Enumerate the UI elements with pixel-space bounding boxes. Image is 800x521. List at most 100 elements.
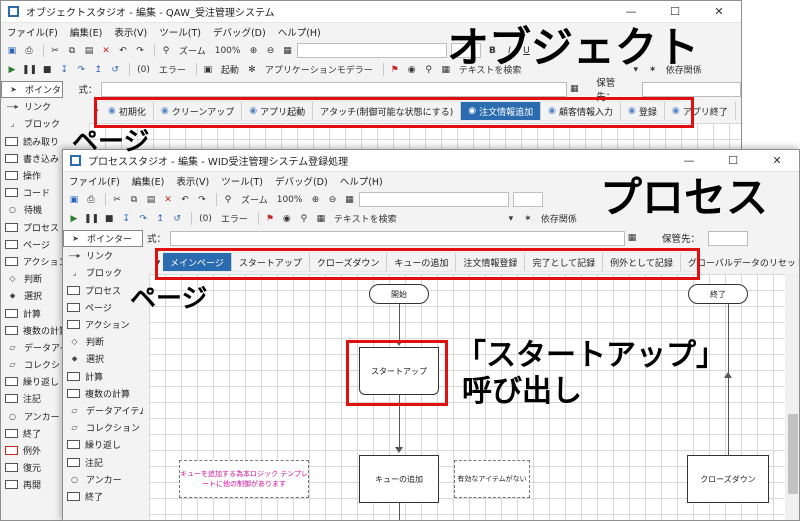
error-label[interactable]: エラー — [218, 211, 251, 226]
store-field[interactable] — [641, 81, 741, 97]
flag-icon[interactable]: ⚑ — [388, 62, 402, 77]
scrollbar-thumb[interactable] — [788, 414, 798, 494]
chevron-down-icon[interactable]: ▾ — [504, 211, 518, 226]
stop-icon[interactable]: ■ — [102, 211, 116, 226]
pause-icon[interactable]: ❚❚ — [84, 211, 99, 226]
menu-view[interactable]: 表示(V) — [176, 174, 209, 188]
zoom-in-icon[interactable]: ⊕ — [246, 43, 260, 58]
reset-icon[interactable]: ↺ — [170, 211, 184, 226]
grid-icon[interactable]: ▦ — [280, 43, 294, 58]
palette-link[interactable]: —▸ リンク — [1, 98, 63, 115]
palette-data-item[interactable]: ▱データアイテム — [1, 339, 63, 356]
error-label[interactable]: エラー — [156, 62, 189, 77]
palette-loop[interactable]: 繰り返し — [63, 436, 143, 453]
undo-icon[interactable]: ↶ — [178, 192, 192, 207]
palette-read[interactable]: 読み取り — [1, 133, 63, 150]
flow-end[interactable]: 終了 — [688, 284, 748, 304]
palette-calc[interactable]: 計算 — [1, 304, 63, 321]
palette-note[interactable]: 注記 — [1, 390, 63, 407]
dependency-button[interactable]: 依存関係 — [538, 211, 580, 226]
menu-debug[interactable]: デバッグ(D) — [275, 174, 328, 188]
palette-pointer[interactable]: ➤ポインター — [63, 230, 143, 248]
print-icon[interactable]: ⎙ — [22, 43, 36, 58]
reset-icon[interactable]: ↺ — [108, 62, 122, 77]
palette-page[interactable]: ページ — [1, 236, 63, 253]
palette-collection[interactable]: ▱コレクション — [63, 419, 143, 436]
text-search-field[interactable]: テキストを検索 — [331, 211, 501, 226]
palette-anchor[interactable]: ○ アンカー — [1, 408, 63, 425]
palette-decision[interactable]: ◇ 判断 — [1, 270, 63, 287]
palette-navigate[interactable]: 操作 — [1, 167, 63, 184]
step-in-icon[interactable]: ↧ — [57, 62, 71, 77]
cut-icon[interactable]: ✂ — [110, 192, 124, 207]
expression-builder-icon[interactable]: ▦ — [625, 231, 639, 246]
font-size-combo[interactable] — [513, 192, 544, 207]
flow-closedown[interactable]: クローズダウン — [687, 455, 769, 503]
flag-icon[interactable]: ⚑ — [263, 211, 277, 226]
print-icon[interactable]: ⎙ — [84, 192, 98, 207]
vertical-scrollbar[interactable] — [785, 274, 799, 520]
palette-link[interactable]: —▸ リンク — [63, 247, 143, 264]
undo-icon[interactable]: ↶ — [116, 43, 130, 58]
step-out-icon[interactable]: ↥ — [91, 62, 105, 77]
menu-tools[interactable]: ツール(T) — [221, 174, 263, 188]
save-icon[interactable]: ▣ — [67, 192, 81, 207]
expression-field[interactable] — [170, 230, 626, 246]
palette-pointer[interactable]: ➤ポインター — [1, 81, 63, 99]
flow-note[interactable]: キューを追加する為本ロジック テンプレートに他の制御があります — [179, 460, 309, 498]
palette-choice[interactable]: ⬥ 選択 — [1, 287, 63, 304]
palette-end[interactable]: 終了 — [63, 488, 143, 505]
flow-queue-add[interactable]: キューの追加 — [359, 455, 439, 503]
watch-icon[interactable]: ◉ — [280, 211, 294, 226]
search-icon[interactable]: ⚲ — [297, 211, 311, 226]
grid-icon[interactable]: ▦ — [342, 192, 356, 207]
menu-edit[interactable]: 編集(E) — [70, 25, 102, 39]
close-icon[interactable]: ✕ — [697, 1, 741, 23]
run-icon[interactable]: ▶ — [5, 62, 19, 77]
palette-anchor[interactable]: ○ アンカー — [63, 471, 143, 488]
palette-calc[interactable]: 計算 — [63, 368, 143, 385]
step-in-icon[interactable]: ↧ — [119, 211, 133, 226]
palette-wait[interactable]: ○ 待機 — [1, 201, 63, 218]
stop-icon[interactable]: ■ — [40, 62, 54, 77]
app-modeler-button[interactable]: アプリケーションモデラー — [262, 62, 376, 77]
menu-help[interactable]: ヘルプ(H) — [340, 174, 383, 188]
palette-end[interactable]: 終了 — [1, 425, 63, 442]
palette-recover[interactable]: 復元 — [1, 459, 63, 476]
palette-note[interactable]: 注記 — [63, 453, 143, 470]
menu-tools[interactable]: ツール(T) — [159, 25, 201, 39]
zoom-out-icon[interactable]: ⊖ — [263, 43, 277, 58]
zoom-in-icon[interactable]: ⊕ — [308, 192, 322, 207]
delete-icon[interactable]: ✕ — [161, 192, 175, 207]
flow-no-item-note[interactable]: 有効なアイテムがない — [454, 460, 530, 498]
menu-file[interactable]: ファイル(F) — [69, 174, 120, 188]
paste-icon[interactable]: ▤ — [82, 43, 96, 58]
palette-data-item[interactable]: ▱データアイテム — [63, 402, 143, 419]
palette-write[interactable]: 書き込み — [1, 150, 63, 167]
watch-icon[interactable]: ◉ — [405, 62, 419, 77]
font-combo[interactable] — [297, 43, 448, 58]
palette-decision[interactable]: ◇ 判断 — [63, 333, 143, 350]
palette-loop[interactable]: 繰り返し — [1, 373, 63, 390]
menu-debug[interactable]: デバッグ(D) — [213, 25, 266, 39]
zoom-out-icon[interactable]: ⊖ — [325, 192, 339, 207]
expression-field[interactable] — [101, 81, 568, 97]
launch-button[interactable]: 起動 — [218, 62, 242, 77]
search-icon[interactable]: ⚲ — [422, 62, 436, 77]
store-field[interactable] — [708, 230, 749, 246]
menu-file[interactable]: ファイル(F) — [7, 25, 58, 39]
pause-icon[interactable]: ❚❚ — [22, 62, 37, 77]
step-over-icon[interactable]: ↷ — [136, 211, 150, 226]
palette-multi-calc[interactable]: 複数の計算 — [63, 385, 143, 402]
redo-icon[interactable]: ↷ — [195, 192, 209, 207]
palette-collection[interactable]: ▱コレクション — [1, 356, 63, 373]
palette-process[interactable]: プロセス — [1, 219, 63, 236]
app-modeler-icon[interactable]: ✻ — [245, 62, 259, 77]
zoom-value[interactable]: 100% — [212, 43, 244, 58]
palette-choice[interactable]: ⬥ 選択 — [63, 350, 143, 367]
paste-icon[interactable]: ▤ — [144, 192, 158, 207]
view-icon[interactable]: ▦ — [314, 211, 328, 226]
font-combo[interactable] — [359, 192, 510, 207]
palette-action[interactable]: アクション — [1, 253, 63, 270]
dependency-icon[interactable]: ✶ — [521, 211, 535, 226]
